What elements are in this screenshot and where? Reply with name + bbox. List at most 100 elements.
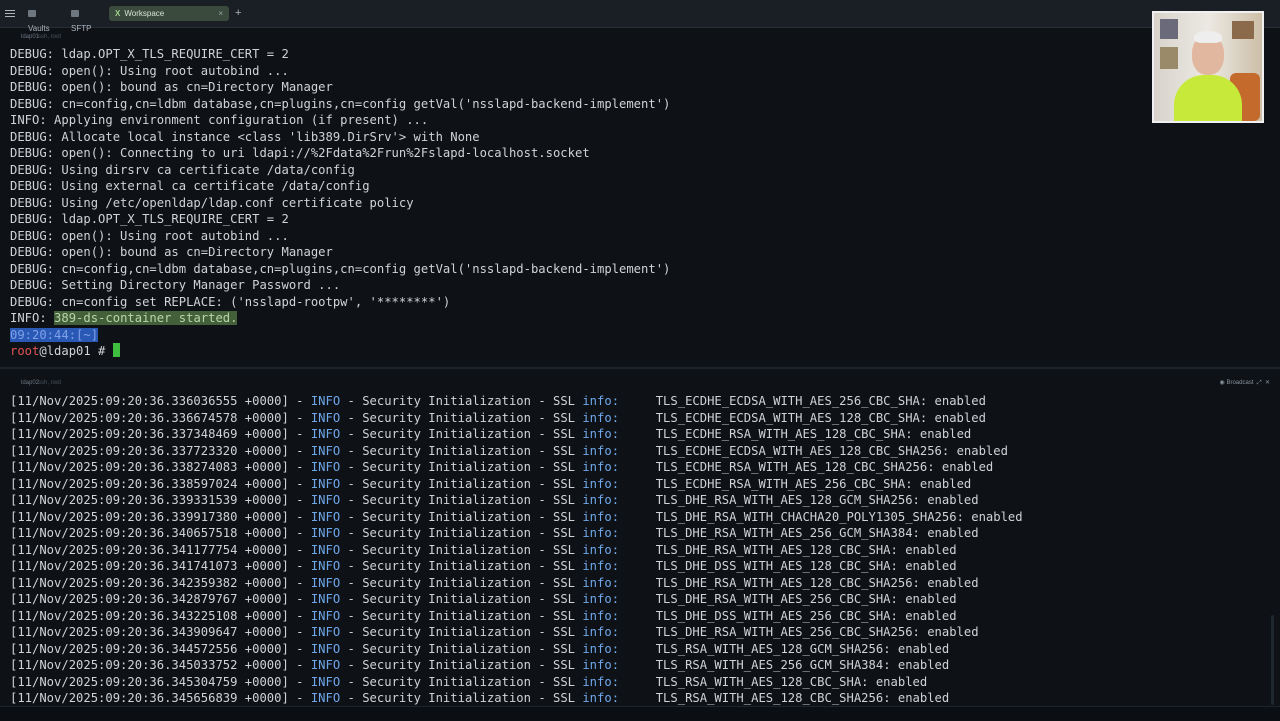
log-cipher: TLS_ECDHE_RSA_WITH_AES_128_CBC_SHA256 — [655, 460, 928, 474]
log-status: : enabled — [919, 410, 986, 425]
pane-divider[interactable] — [0, 367, 1280, 369]
log-status: : enabled — [919, 394, 986, 408]
log-row: [11/Nov/2025:09:20:36.336674578 +0000] -… — [10, 410, 1023, 427]
log-message: Security Initialization - SSL — [362, 592, 583, 606]
log-dash: - — [288, 592, 311, 606]
log-cipher: TLS_DHE_DSS_WITH_AES_128_CBC_SHA — [655, 559, 891, 573]
broadcast-label[interactable]: Broadcast — [1226, 380, 1253, 386]
log-cipher: TLS_DHE_RSA_WITH_AES_256_CBC_SHA256 — [655, 625, 913, 639]
log-row: [11/Nov/2025:09:20:36.342879767 +0000] -… — [10, 591, 1023, 608]
log-status: : enabled — [890, 542, 957, 557]
log-dash: - — [288, 625, 311, 639]
log-status: : enabled — [912, 625, 979, 639]
log-cipher: TLS_RSA_WITH_AES_128_GCM_SHA256 — [655, 641, 884, 656]
log-cipher: TLS_ECDHE_RSA_WITH_AES_128_CBC_SHA — [655, 427, 906, 441]
log-row: [11/Nov/2025:09:20:36.342359382 +0000] -… — [10, 575, 1023, 592]
log-row: [11/Nov/2025:09:20:36.345033752 +0000] -… — [10, 657, 1023, 674]
terminal-ldap02[interactable]: [11/Nov/2025:09:20:36.336036555 +0000] -… — [10, 393, 1023, 707]
expand-icon[interactable]: ⤢ — [1255, 380, 1262, 386]
terminal-line: DEBUG: Using /etc/openldap/ldap.conf cer… — [10, 195, 414, 210]
tab-label: Workspace — [124, 9, 165, 18]
log-message: Security Initialization - SSL — [362, 493, 583, 507]
log-dash: - — [288, 674, 311, 689]
vault-icon — [28, 10, 36, 17]
add-tab-button[interactable]: + — [235, 6, 241, 21]
log-timestamp: [11/Nov/2025:09:20:36.343225108 +0000] — [10, 608, 289, 623]
log-row: [11/Nov/2025:09:20:36.339917380 +0000] -… — [10, 509, 1023, 526]
log-dash: - — [288, 691, 311, 705]
log-level: INFO — [310, 625, 341, 639]
log-cipher: TLS_RSA_WITH_AES_128_CBC_SHA256 — [655, 691, 884, 705]
log-status: : enabled — [912, 493, 979, 507]
log-timestamp: [11/Nov/2025:09:20:36.339331539 +0000] — [10, 493, 289, 507]
log-cipher: TLS_ECDHE_RSA_WITH_AES_256_CBC_SHA — [655, 476, 906, 491]
terminal-line: DEBUG: Allocate local instance <class 'l… — [10, 129, 480, 144]
log-dash: - — [340, 608, 363, 623]
broadcast-icon[interactable]: ◉ — [1220, 380, 1225, 386]
info-prefix: INFO: — [10, 311, 55, 325]
log-cipher: TLS_ECDHE_ECDSA_WITH_AES_128_CBC_SHA256 — [655, 443, 942, 458]
log-gap — [619, 427, 656, 441]
log-cipher: TLS_ECDHE_ECDSA_WITH_AES_128_CBC_SHA — [655, 410, 920, 425]
log-dash: - — [288, 641, 311, 656]
prompt-line[interactable]: root@ldap01 # — [10, 343, 670, 360]
log-row: [11/Nov/2025:09:20:36.336036555 +0000] -… — [10, 393, 1023, 410]
tab-bar: Vaults SFTP X Workspace × + — [0, 0, 1280, 33]
log-info-word: info: — [582, 658, 620, 672]
prompt-host: @ldap01 # — [39, 344, 113, 358]
log-level: INFO — [310, 493, 341, 507]
log-info-word: info: — [582, 608, 620, 623]
scrollbar[interactable] — [1271, 615, 1274, 705]
log-timestamp: [11/Nov/2025:09:20:36.341741073 +0000] — [10, 559, 289, 573]
log-dash: - — [340, 460, 363, 474]
log-gap — [619, 609, 656, 623]
log-info-word: info: — [582, 526, 620, 540]
terminal-line: INFO: Applying environment configuration… — [10, 113, 429, 127]
menu-icon[interactable] — [5, 8, 15, 18]
log-status: : enabled — [890, 592, 957, 606]
close-icon[interactable]: × — [218, 6, 223, 21]
terminal-ldap01[interactable]: DEBUG: ldap.OPT_X_TLS_REQUIRE_CERT = 2 DE… — [10, 46, 670, 360]
tab-workspace[interactable]: X Workspace × — [109, 6, 229, 21]
log-gap — [619, 460, 656, 474]
terminal-line: DEBUG: ldap.OPT_X_TLS_REQUIRE_CERT = 2 — [10, 212, 289, 226]
log-level: INFO — [310, 658, 341, 672]
log-info-word: info: — [582, 625, 620, 639]
log-status: : enabled — [883, 641, 950, 656]
log-level: INFO — [310, 608, 341, 623]
close-pane-icon[interactable]: ✕ — [1263, 380, 1270, 386]
log-dash: - — [340, 526, 363, 540]
log-level: INFO — [310, 674, 341, 689]
log-status: : enabled — [912, 526, 979, 540]
log-dash: - — [288, 559, 311, 573]
log-cipher: TLS_DHE_RSA_WITH_AES_256_GCM_SHA384 — [655, 526, 913, 540]
log-row: [11/Nov/2025:09:20:36.344572556 +0000] -… — [10, 641, 1023, 658]
log-cipher: TLS_RSA_WITH_AES_256_GCM_SHA384 — [655, 658, 884, 672]
log-level: INFO — [310, 394, 341, 408]
log-dash: - — [340, 394, 363, 408]
tab-sftp[interactable]: SFTP — [65, 6, 103, 33]
log-info-word: info: — [582, 559, 620, 573]
log-dash: - — [340, 691, 363, 705]
log-row: [11/Nov/2025:09:20:36.345304759 +0000] -… — [10, 674, 1023, 691]
log-info-word: info: — [582, 427, 620, 441]
log-row: [11/Nov/2025:09:20:36.345656839 +0000] -… — [10, 690, 1023, 707]
log-gap — [619, 444, 656, 458]
pane2-host: ldap02 — [21, 380, 40, 386]
log-level: INFO — [310, 592, 341, 606]
log-dash: - — [340, 625, 363, 639]
log-level: INFO — [310, 641, 341, 656]
tab-vaults[interactable]: Vaults — [22, 6, 62, 33]
terminal-line: DEBUG: Setting Directory Manager Passwor… — [10, 278, 341, 292]
log-row: [11/Nov/2025:09:20:36.341177754 +0000] -… — [10, 542, 1023, 559]
log-level: INFO — [310, 476, 341, 491]
log-dash: - — [288, 410, 311, 425]
log-gap — [619, 526, 656, 540]
log-gap — [619, 394, 656, 408]
log-message: Security Initialization - SSL — [362, 542, 583, 557]
terminal-line: DEBUG: open(): Using root autobind ... — [10, 63, 289, 78]
terminal-line: DEBUG: open(): Using root autobind ... — [10, 228, 289, 243]
selected-text: 09:20:44:[~] — [10, 327, 99, 342]
log-dash: - — [288, 476, 311, 491]
log-status: : enabled — [883, 691, 950, 705]
